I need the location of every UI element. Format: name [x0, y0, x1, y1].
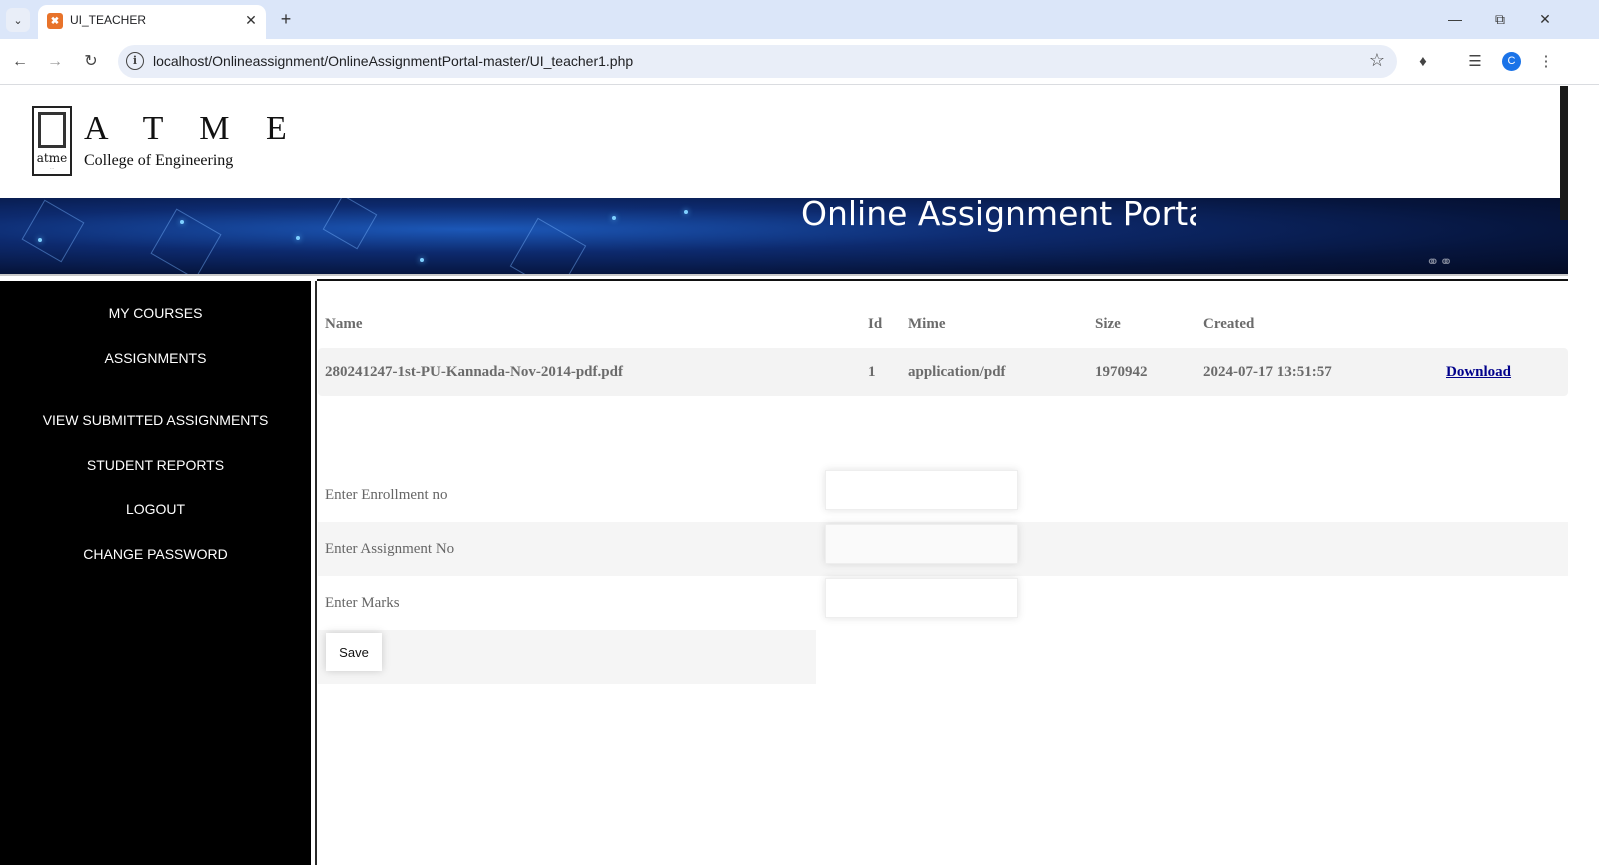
table-header-created: Created — [1203, 316, 1255, 332]
logo-frame-icon — [38, 112, 66, 148]
browser-toolbar: ← → ↻ i localhost/Onlineassignment/Onlin… — [0, 39, 1599, 85]
site-info-icon[interactable]: i — [126, 52, 144, 70]
content-top-border — [317, 279, 1568, 281]
back-arrow-icon[interactable]: ← — [8, 50, 32, 74]
atme-logo: atme ··· — [32, 106, 72, 176]
logo-sub-text: atme — [36, 151, 68, 165]
file-size-cell: 1970942 — [1095, 364, 1148, 380]
reload-icon[interactable]: ↻ — [79, 50, 103, 74]
glow-dot — [296, 236, 300, 240]
marks-input[interactable] — [825, 578, 1018, 618]
sidebar-item-change-password[interactable]: CHANGE PASSWORD — [0, 546, 311, 562]
banner-divider — [0, 274, 1568, 276]
menu-kebab-icon[interactable]: ⋮ — [1534, 50, 1558, 74]
hex-decoration — [21, 199, 85, 263]
new-tab-plus-icon[interactable]: + — [276, 8, 296, 30]
watermark-icon: ⚭⚭ — [1426, 254, 1453, 271]
glow-dot — [612, 216, 616, 220]
profile-avatar[interactable]: C — [1502, 52, 1521, 71]
scrollbar-thumb[interactable] — [1560, 86, 1568, 220]
divider-line — [315, 281, 317, 865]
assignment-label: Enter Assignment No — [325, 541, 455, 557]
extensions-puzzle-icon[interactable]: ♦ — [1411, 50, 1435, 74]
enrollment-label: Enter Enrollment no — [325, 487, 448, 503]
sidebar-nav: MY COURSES ASSIGNMENTS VIEW SUBMITTED AS… — [0, 281, 311, 865]
xampp-favicon-icon: ✖ — [47, 13, 63, 29]
file-mime-cell: application/pdf — [908, 364, 1006, 380]
web-page: atme ··· A T M E College of Engineering … — [0, 86, 1568, 865]
glow-dot — [38, 238, 42, 242]
assignment-no-input[interactable] — [825, 524, 1018, 564]
sidebar-item-student-reports[interactable]: STUDENT REPORTS — [0, 457, 311, 473]
logo-name: A T M E — [84, 110, 301, 147]
portal-banner: Online Assignment Portal ⚭⚭ — [0, 198, 1568, 276]
logo-tagline: ··· — [50, 166, 54, 171]
restore-icon[interactable]: ⧉ — [1487, 8, 1513, 30]
sidebar-item-assignments[interactable]: ASSIGNMENTS — [0, 350, 311, 366]
bookmark-star-icon[interactable]: ☆ — [1369, 50, 1385, 71]
save-button[interactable]: Save — [326, 633, 382, 671]
sidebar-item-logout[interactable]: LOGOUT — [0, 501, 311, 517]
table-header-name: Name — [325, 316, 363, 332]
hex-decoration — [150, 208, 222, 276]
glow-dot — [180, 220, 184, 224]
form-row-save — [318, 630, 816, 684]
hex-decoration — [509, 217, 587, 276]
url-text[interactable]: localhost/Onlineassignment/OnlineAssignm… — [153, 53, 633, 69]
address-bar[interactable]: i localhost/Onlineassignment/OnlineAssig… — [118, 45, 1397, 78]
glow-dot — [420, 258, 424, 262]
window-close-icon[interactable]: ✕ — [1532, 8, 1558, 30]
file-name-cell: 280241247-1st-PU-Kannada-Nov-2014-pdf.pd… — [325, 364, 623, 380]
banner-title: Online Assignment Portal — [801, 198, 1196, 233]
marks-label: Enter Marks — [325, 595, 400, 611]
sidebar-item-my-courses[interactable]: MY COURSES — [0, 305, 311, 321]
media-controls-icon[interactable]: ☰ — [1463, 50, 1487, 74]
browser-tab-bar: ⌄ ✖ UI_TEACHER ✕ + — ⧉ ✕ — [0, 0, 1599, 39]
forward-arrow-icon[interactable]: → — [43, 50, 67, 74]
tab-search-chevron-icon[interactable]: ⌄ — [6, 8, 30, 32]
tab-title: UI_TEACHER — [70, 13, 147, 27]
table-header-size: Size — [1095, 316, 1121, 332]
sidebar-item-view-submitted-assignments[interactable]: VIEW SUBMITTED ASSIGNMENTS — [0, 412, 311, 428]
glow-dot — [684, 210, 688, 214]
tab-close-icon[interactable]: ✕ — [242, 11, 260, 29]
file-created-cell: 2024-07-17 13:51:57 — [1203, 364, 1332, 380]
college-name: College of Engineering — [84, 152, 234, 169]
enrollment-input[interactable] — [825, 470, 1018, 510]
table-header-id: Id — [868, 316, 883, 332]
file-id-cell: 1 — [868, 364, 876, 380]
browser-tab[interactable]: ✖ UI_TEACHER ✕ — [38, 5, 266, 39]
table-header-mime: Mime — [908, 316, 946, 332]
minimize-icon[interactable]: — — [1442, 8, 1468, 30]
download-link[interactable]: Download — [1446, 364, 1511, 381]
hex-decoration — [322, 198, 378, 250]
page-scrollbar[interactable] — [1568, 86, 1599, 865]
